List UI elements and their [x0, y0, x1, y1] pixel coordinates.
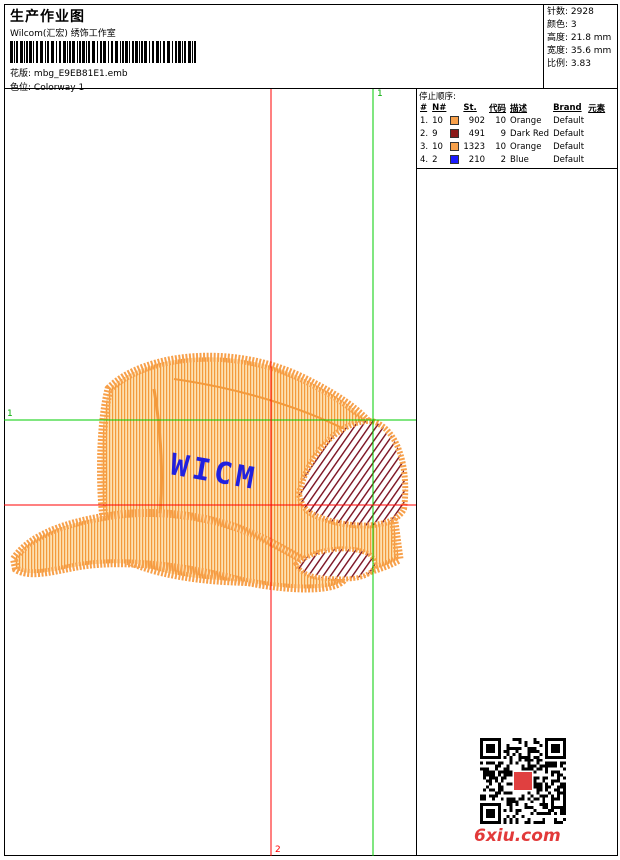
stop-row: 1. 10 902 10 Orange Default: [418, 114, 607, 127]
stitch-count: 491: [468, 128, 486, 139]
color-swatch: [450, 141, 460, 151]
needle-number: 2: [432, 154, 438, 165]
color-desc: Orange: [510, 115, 542, 126]
col-header: St.: [463, 102, 477, 113]
color-desc: Blue: [510, 154, 529, 165]
brand: Default: [553, 128, 585, 139]
col-header: [448, 101, 461, 114]
swatch: [448, 127, 461, 140]
color-code: 10: [495, 115, 507, 126]
needle-number: 9: [432, 128, 438, 139]
needle-number: 10: [432, 115, 443, 126]
design-canvas[interactable]: WICM 1 1 2: [4, 89, 417, 856]
element: [586, 114, 607, 127]
stop-index: 3.: [420, 141, 429, 152]
stop-index: 1.: [420, 115, 429, 126]
color-swatch: [450, 115, 460, 125]
design-scale: 比例: 3.83: [547, 59, 591, 69]
swatch: [448, 114, 461, 127]
color-swatch: [450, 154, 460, 164]
col-header: 代码: [489, 103, 507, 114]
element: [586, 127, 607, 140]
watermark-brand: 6xiu.com: [474, 826, 561, 846]
stop-index: 4.: [420, 154, 429, 165]
col-header: N#: [432, 102, 447, 113]
color-desc: Orange: [510, 141, 542, 152]
company-name: Wilcom(汇宏) 绣饰工作室: [10, 29, 116, 39]
stop-row: 4. 2 210 2 Blue Default: [418, 153, 607, 166]
col-header: #: [420, 102, 428, 113]
stop-row: 2. 9 491 9 Dark Red Default: [418, 127, 607, 140]
stitch-count: 1323: [463, 141, 486, 152]
stop-sequence-panel: 停止顺序: # N# St. 代码 描述 Brand 元素 1. 10 902 10 O…: [417, 89, 618, 169]
header-panel: 生产作业图 Wilcom(汇宏) 绣饰工作室 花版: mbg_E9EB81E1.…: [4, 4, 544, 93]
swatch: [448, 153, 461, 166]
needle-number: 10: [432, 141, 443, 152]
stitch-count: 902: [468, 115, 486, 126]
barcode: [10, 41, 196, 63]
stop-index: 2.: [420, 128, 429, 139]
color-code: 9: [500, 128, 507, 139]
stats-panel: 针数: 2928 颜色: 3 高度: 21.8 mm 宽度: 35.6 mm 比…: [544, 4, 618, 89]
swatch: [448, 140, 461, 153]
axis-label-left: 1: [7, 409, 13, 419]
pattern-value: mbg_E9EB81E1.emb: [33, 69, 128, 79]
design-height: 高度: 21.8 mm: [547, 33, 612, 43]
stitch-count: 210: [468, 154, 486, 165]
stitch-count: 针数: 2928: [547, 7, 594, 17]
brand: Default: [553, 141, 585, 152]
color-count: 颜色: 3: [547, 20, 577, 30]
color-desc: Dark Red: [510, 128, 550, 139]
stop-row: 3. 10 1323 10 Orange Default: [418, 140, 607, 153]
embroidery-preview: WICM: [4, 89, 416, 856]
page-title: 生产作业图: [10, 9, 85, 25]
color-code: 2: [500, 154, 507, 165]
element: [586, 140, 607, 153]
col-header: Brand: [553, 102, 582, 113]
axis-label-top: 1: [377, 89, 383, 99]
brand: Default: [553, 154, 585, 165]
pattern-label: 花版:: [10, 69, 32, 79]
col-header: 元素: [588, 103, 606, 114]
design-width: 宽度: 35.6 mm: [547, 46, 612, 56]
axis-label-bottom: 2: [275, 845, 281, 855]
col-header: 描述: [510, 103, 528, 114]
brand: Default: [553, 115, 585, 126]
pattern-info: 花版: mbg_E9EB81E1.emb: [10, 66, 128, 79]
color-code: 10: [495, 141, 507, 152]
seal-icon: [514, 772, 532, 790]
color-swatch: [450, 128, 460, 138]
qr-code: [480, 738, 566, 824]
element: [586, 153, 607, 166]
stop-sequence-table: # N# St. 代码 描述 Brand 元素 1. 10 902 10 Orange D…: [418, 101, 607, 166]
